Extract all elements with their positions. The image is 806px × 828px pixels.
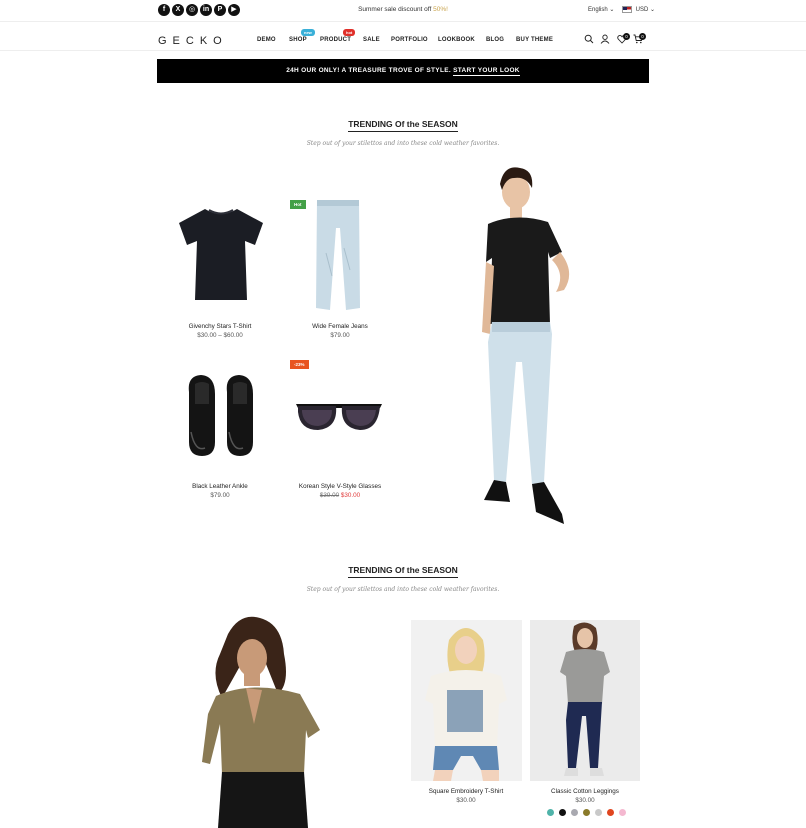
product-image-glasses[interactable]	[294, 398, 384, 434]
product-image-embroidery-tshirt[interactable]	[411, 620, 522, 781]
color-swatch[interactable]	[571, 809, 578, 816]
model-image-female	[202, 616, 320, 828]
product-image-leggings[interactable]	[530, 620, 640, 781]
product-sale-price: $30.00	[340, 492, 361, 499]
product-image-shoes[interactable]	[185, 372, 257, 458]
chevron-down-icon: ⌄	[650, 7, 656, 14]
site-logo[interactable]: GECKO	[158, 35, 228, 47]
product-image-tshirt[interactable]	[175, 205, 267, 303]
nav-item-blog[interactable]: BLOG	[486, 37, 504, 43]
section-subtitle: Step out of your stilettos and into thes…	[306, 140, 500, 147]
model-image-male	[482, 167, 570, 524]
section-title: TRENDING Of the SEASON	[0, 565, 806, 578]
cart-count: 0	[639, 33, 646, 40]
us-flag-icon	[622, 6, 632, 13]
nav-badge-hot: hot	[343, 29, 356, 36]
product-name[interactable]: Wide Female Jeans	[270, 323, 410, 330]
product-name[interactable]: Givenchy Stars T-Shirt	[150, 323, 290, 330]
nav-item-shop[interactable]: SHOP	[289, 37, 307, 43]
start-your-look-link[interactable]: START YOUR LOOK	[453, 67, 520, 76]
product-label-hot: Hot	[290, 200, 306, 209]
section-subtitle: Step out of your stilettos and into thes…	[306, 586, 500, 593]
product-price: $30.00 – $60.00	[197, 332, 243, 339]
promo-message: Summer sale discount off 50%!	[0, 6, 806, 13]
section-title: TRENDING Of the SEASON	[0, 119, 806, 132]
currency-label: USD	[635, 7, 649, 14]
nav-item-product[interactable]: PRODUCT	[320, 37, 351, 43]
user-icon[interactable]	[600, 34, 610, 44]
nav-item-lookbook[interactable]: LOOKBOOK	[438, 37, 475, 43]
color-swatch[interactable]	[619, 809, 626, 816]
product-price: $30.00	[575, 797, 595, 804]
product-old-price: $39.00	[319, 492, 340, 499]
currency-selector[interactable]: USD ⌄	[622, 6, 655, 13]
color-swatch[interactable]	[595, 809, 602, 816]
product-price: $79.00	[210, 492, 230, 499]
promo-banner: 24H OUR ONLY! A TREASURE TROVE OF STYLE.…	[157, 59, 649, 83]
color-swatch[interactable]	[607, 809, 614, 816]
color-swatch[interactable]	[559, 809, 566, 816]
banner-text: 24H OUR ONLY! A TREASURE TROVE OF STYLE.	[286, 67, 454, 74]
promo-highlight: 50%!	[433, 6, 448, 13]
promo-text: Summer sale discount off	[358, 6, 434, 13]
nav-item-demo[interactable]: DEMO	[257, 37, 276, 43]
language-selector[interactable]: English ⌄	[588, 6, 614, 13]
wishlist-count: 0	[623, 33, 630, 40]
product-price: $39.00 $30.00	[270, 492, 410, 499]
header-divider	[0, 50, 806, 51]
product-name[interactable]: Black Leather Ankle	[150, 483, 290, 490]
product-label-sale: -23%	[290, 360, 309, 369]
product-name[interactable]: Classic Cotton Leggings	[515, 788, 655, 795]
nav-badge-new: new	[301, 29, 315, 36]
nav-item-buy-theme[interactable]: BUY THEME	[516, 37, 553, 43]
nav-item-portfolio[interactable]: PORTFOLIO	[391, 37, 428, 43]
product-image-jeans[interactable]	[312, 198, 364, 314]
chevron-down-icon: ⌄	[609, 7, 615, 13]
nav-item-sale[interactable]: SALE	[363, 37, 380, 43]
product-price: $79.00	[330, 332, 350, 339]
product-name[interactable]: Korean Style V-Style Glasses	[270, 483, 410, 490]
color-swatch[interactable]	[583, 809, 590, 816]
topbar-divider	[0, 21, 806, 22]
color-swatch[interactable]	[547, 809, 554, 816]
language-label: English	[588, 7, 608, 13]
search-icon[interactable]	[584, 34, 594, 44]
